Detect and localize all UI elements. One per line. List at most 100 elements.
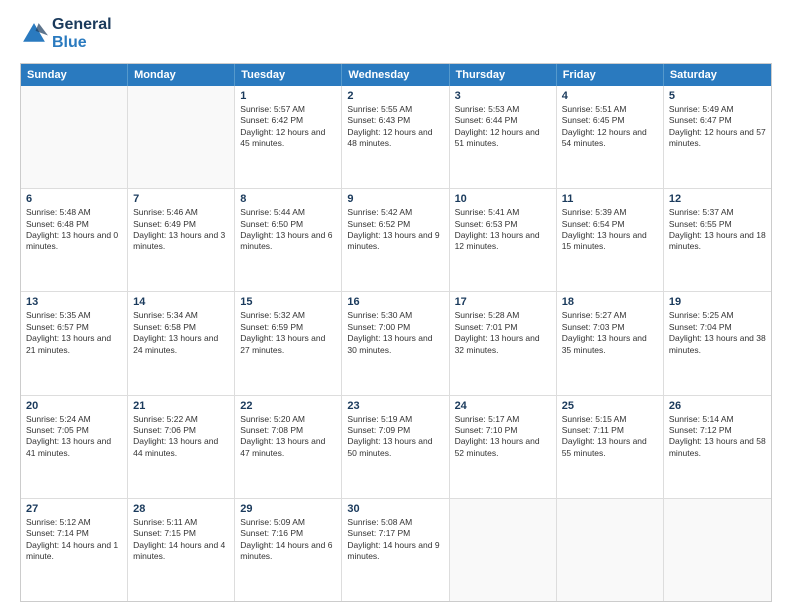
day-number: 21 xyxy=(133,400,229,412)
cal-cell-day-1: 1 Sunrise: 5:57 AMSunset: 6:42 PMDaylight… xyxy=(235,86,342,188)
day-info: Sunrise: 5:55 AMSunset: 6:43 PMDaylight:… xyxy=(347,104,443,150)
day-info: Sunrise: 5:32 AMSunset: 6:59 PMDaylight:… xyxy=(240,310,336,356)
cal-header-tuesday: Tuesday xyxy=(235,64,342,86)
cal-week-2: 6 Sunrise: 5:48 AMSunset: 6:48 PMDaylight… xyxy=(21,189,771,292)
day-info: Sunrise: 5:22 AMSunset: 7:06 PMDaylight:… xyxy=(133,414,229,460)
cal-cell-empty xyxy=(664,499,771,601)
cal-header-saturday: Saturday xyxy=(664,64,771,86)
day-info: Sunrise: 5:49 AMSunset: 6:47 PMDaylight:… xyxy=(669,104,766,150)
day-number: 18 xyxy=(562,296,658,308)
cal-cell-day-2: 2 Sunrise: 5:55 AMSunset: 6:43 PMDaylight… xyxy=(342,86,449,188)
day-info: Sunrise: 5:09 AMSunset: 7:16 PMDaylight:… xyxy=(240,517,336,563)
day-info: Sunrise: 5:51 AMSunset: 6:45 PMDaylight:… xyxy=(562,104,658,150)
cal-cell-day-27: 27 Sunrise: 5:12 AMSunset: 7:14 PMDayligh… xyxy=(21,499,128,601)
day-number: 12 xyxy=(669,193,766,205)
day-number: 23 xyxy=(347,400,443,412)
day-number: 7 xyxy=(133,193,229,205)
cal-cell-day-5: 5Sunrise: 5:49 AMSunset: 6:47 PMDaylight… xyxy=(664,86,771,188)
calendar-body: 1 Sunrise: 5:57 AMSunset: 6:42 PMDaylight… xyxy=(21,86,771,601)
day-info: Sunrise: 5:20 AMSunset: 7:08 PMDaylight:… xyxy=(240,414,336,460)
day-number: 10 xyxy=(455,193,551,205)
cal-cell-day-10: 10 Sunrise: 5:41 AMSunset: 6:53 PMDayligh… xyxy=(450,189,557,291)
day-number: 24 xyxy=(455,400,551,412)
day-number: 6 xyxy=(26,193,122,205)
day-info: Sunrise: 5:28 AMSunset: 7:01 PMDaylight:… xyxy=(455,310,551,356)
cal-cell-day-15: 15 Sunrise: 5:32 AMSunset: 6:59 PMDayligh… xyxy=(235,292,342,394)
day-info: Sunrise: 5:25 AMSunset: 7:04 PMDaylight:… xyxy=(669,310,766,356)
cal-cell-day-21: 21 Sunrise: 5:22 AMSunset: 7:06 PMDayligh… xyxy=(128,396,235,498)
day-number: 14 xyxy=(133,296,229,308)
logo-icon xyxy=(20,20,48,48)
cal-cell-day-4: 4 Sunrise: 5:51 AMSunset: 6:45 PMDaylight… xyxy=(557,86,664,188)
cal-cell-day-16: 16 Sunrise: 5:30 AMSunset: 7:00 PMDayligh… xyxy=(342,292,449,394)
cal-cell-day-24: 24 Sunrise: 5:17 AMSunset: 7:10 PMDayligh… xyxy=(450,396,557,498)
cal-header-monday: Monday xyxy=(128,64,235,86)
day-info: Sunrise: 5:12 AMSunset: 7:14 PMDaylight:… xyxy=(26,517,122,563)
day-info: Sunrise: 5:14 AMSunset: 7:12 PMDaylight:… xyxy=(669,414,766,460)
calendar-header-row: SundayMondayTuesdayWednesdayThursdayFrid… xyxy=(21,64,771,86)
cal-cell-day-17: 17 Sunrise: 5:28 AMSunset: 7:01 PMDayligh… xyxy=(450,292,557,394)
day-info: Sunrise: 5:35 AMSunset: 6:57 PMDaylight:… xyxy=(26,310,122,356)
day-number: 19 xyxy=(669,296,766,308)
cal-cell-day-18: 18 Sunrise: 5:27 AMSunset: 7:03 PMDayligh… xyxy=(557,292,664,394)
cal-header-wednesday: Wednesday xyxy=(342,64,449,86)
day-info: Sunrise: 5:11 AMSunset: 7:15 PMDaylight:… xyxy=(133,517,229,563)
cal-header-sunday: Sunday xyxy=(21,64,128,86)
day-number: 2 xyxy=(347,90,443,102)
cal-cell-day-9: 9 Sunrise: 5:42 AMSunset: 6:52 PMDaylight… xyxy=(342,189,449,291)
day-number: 9 xyxy=(347,193,443,205)
calendar: SundayMondayTuesdayWednesdayThursdayFrid… xyxy=(20,63,772,602)
day-number: 16 xyxy=(347,296,443,308)
cal-cell-day-25: 25 Sunrise: 5:15 AMSunset: 7:11 PMDayligh… xyxy=(557,396,664,498)
cal-cell-day-19: 19 Sunrise: 5:25 AMSunset: 7:04 PMDayligh… xyxy=(664,292,771,394)
day-number: 15 xyxy=(240,296,336,308)
cal-cell-empty xyxy=(557,499,664,601)
day-info: Sunrise: 5:17 AMSunset: 7:10 PMDaylight:… xyxy=(455,414,551,460)
day-number: 30 xyxy=(347,503,443,515)
day-info: Sunrise: 5:48 AMSunset: 6:48 PMDaylight:… xyxy=(26,207,122,253)
day-number: 11 xyxy=(562,193,658,205)
cal-cell-day-23: 23Sunrise: 5:19 AMSunset: 7:09 PMDayligh… xyxy=(342,396,449,498)
day-number: 13 xyxy=(26,296,122,308)
day-info: Sunrise: 5:30 AMSunset: 7:00 PMDaylight:… xyxy=(347,310,443,356)
day-info: Sunrise: 5:44 AMSunset: 6:50 PMDaylight:… xyxy=(240,207,336,253)
day-info: Sunrise: 5:41 AMSunset: 6:53 PMDaylight:… xyxy=(455,207,551,253)
day-info: Sunrise: 5:27 AMSunset: 7:03 PMDaylight:… xyxy=(562,310,658,356)
day-number: 28 xyxy=(133,503,229,515)
logo-text: General Blue xyxy=(52,16,112,53)
day-info: Sunrise: 5:08 AMSunset: 7:17 PMDaylight:… xyxy=(347,517,443,563)
day-info: Sunrise: 5:53 AMSunset: 6:44 PMDaylight:… xyxy=(455,104,551,150)
cal-cell-day-11: 11 Sunrise: 5:39 AMSunset: 6:54 PMDayligh… xyxy=(557,189,664,291)
header: General Blue xyxy=(20,16,772,53)
day-number: 29 xyxy=(240,503,336,515)
day-number: 1 xyxy=(240,90,336,102)
day-number: 8 xyxy=(240,193,336,205)
day-info: Sunrise: 5:24 AMSunset: 7:05 PMDaylight:… xyxy=(26,414,122,460)
cal-cell-empty xyxy=(450,499,557,601)
day-info: Sunrise: 5:57 AMSunset: 6:42 PMDaylight:… xyxy=(240,104,336,150)
cal-cell-day-30: 30 Sunrise: 5:08 AMSunset: 7:17 PMDayligh… xyxy=(342,499,449,601)
cal-week-5: 27 Sunrise: 5:12 AMSunset: 7:14 PMDayligh… xyxy=(21,499,771,601)
cal-cell-day-13: 13 Sunrise: 5:35 AMSunset: 6:57 PMDayligh… xyxy=(21,292,128,394)
day-number: 20 xyxy=(26,400,122,412)
day-number: 3 xyxy=(455,90,551,102)
cal-week-1: 1 Sunrise: 5:57 AMSunset: 6:42 PMDaylight… xyxy=(21,86,771,189)
cal-cell-day-22: 22 Sunrise: 5:20 AMSunset: 7:08 PMDayligh… xyxy=(235,396,342,498)
day-number: 22 xyxy=(240,400,336,412)
day-number: 17 xyxy=(455,296,551,308)
day-info: Sunrise: 5:37 AMSunset: 6:55 PMDaylight:… xyxy=(669,207,766,253)
day-number: 4 xyxy=(562,90,658,102)
cal-cell-day-26: 26 Sunrise: 5:14 AMSunset: 7:12 PMDayligh… xyxy=(664,396,771,498)
day-number: 26 xyxy=(669,400,766,412)
cal-header-friday: Friday xyxy=(557,64,664,86)
logo: General Blue xyxy=(20,16,112,53)
cal-cell-day-3: 3 Sunrise: 5:53 AMSunset: 6:44 PMDaylight… xyxy=(450,86,557,188)
day-number: 27 xyxy=(26,503,122,515)
day-info: Sunrise: 5:39 AMSunset: 6:54 PMDaylight:… xyxy=(562,207,658,253)
day-info: Sunrise: 5:15 AMSunset: 7:11 PMDaylight:… xyxy=(562,414,658,460)
cal-cell-day-28: 28 Sunrise: 5:11 AMSunset: 7:15 PMDayligh… xyxy=(128,499,235,601)
day-info: Sunrise: 5:46 AMSunset: 6:49 PMDaylight:… xyxy=(133,207,229,253)
day-info: Sunrise: 5:42 AMSunset: 6:52 PMDaylight:… xyxy=(347,207,443,253)
cal-cell-day-6: 6 Sunrise: 5:48 AMSunset: 6:48 PMDaylight… xyxy=(21,189,128,291)
day-number: 25 xyxy=(562,400,658,412)
